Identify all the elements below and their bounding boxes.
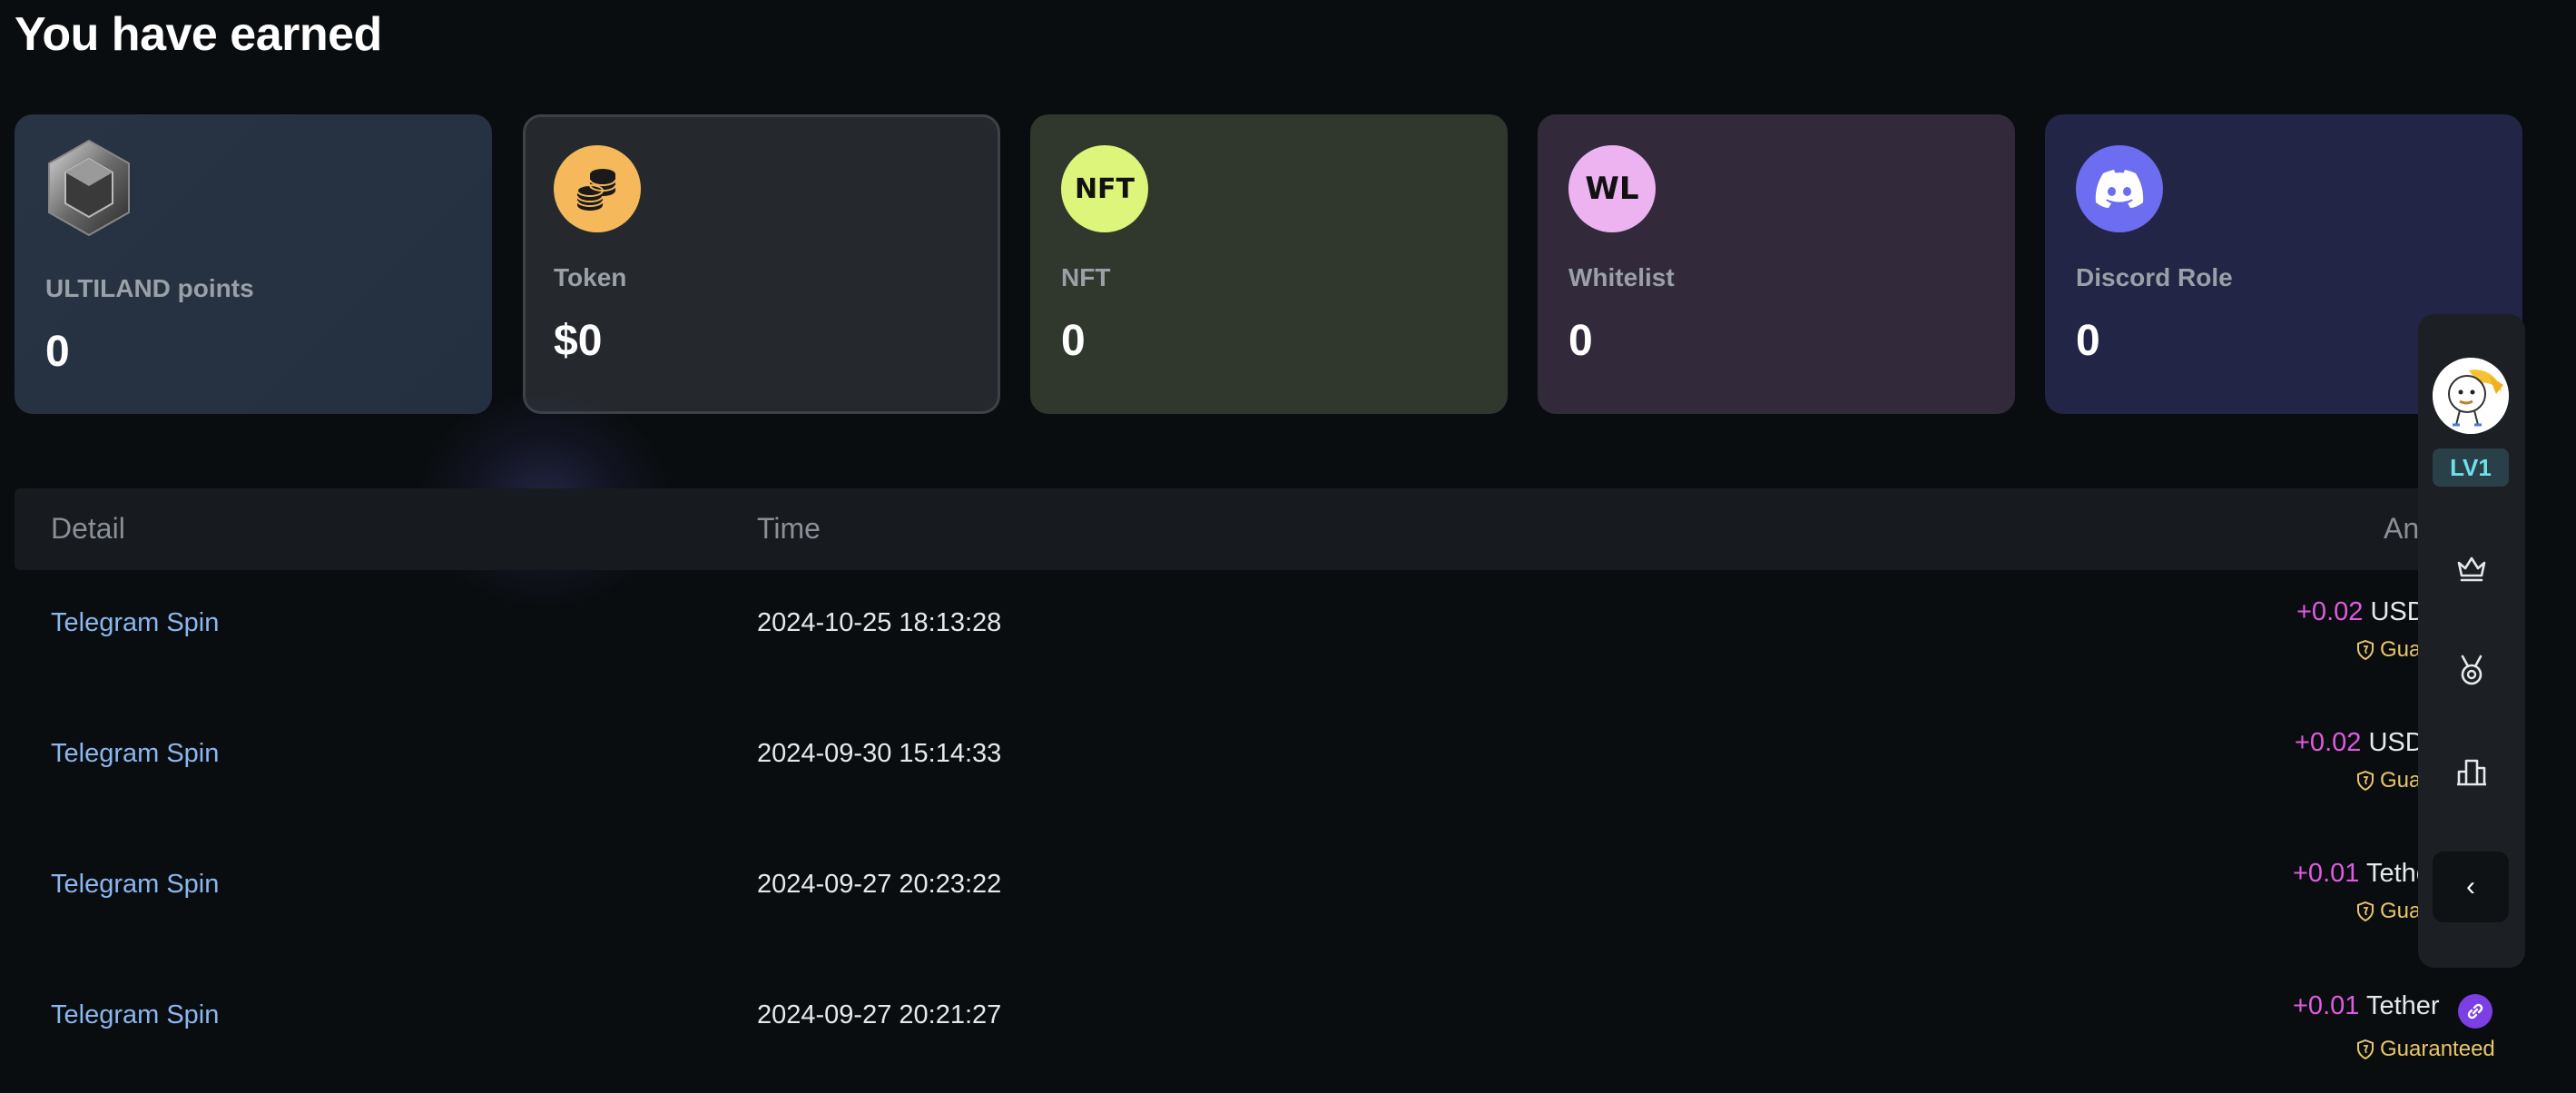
row-amount: +0.02 USD: [2296, 597, 2426, 627]
row-time: 2024-09-30 15:14:33: [757, 739, 1002, 768]
card-value: 0: [1568, 317, 1593, 365]
column-header-detail: Detail: [51, 512, 125, 545]
detail-link[interactable]: Telegram Spin: [51, 870, 219, 900]
crown-icon[interactable]: [2453, 550, 2490, 586]
shield-icon: [2357, 770, 2374, 792]
amount-currency: Tether: [2365, 991, 2440, 1020]
whitelist-icon: WL: [1568, 145, 1656, 232]
row-time: 2024-10-25 18:13:28: [757, 608, 1002, 637]
amount-value: +0.01: [2293, 991, 2360, 1020]
amount-value: +0.01: [2293, 859, 2360, 888]
table-header: Detail Time An: [15, 488, 2520, 570]
card-label: NFT: [1061, 263, 1111, 291]
whitelist-card: WL Whitelist 0: [1538, 114, 2015, 414]
card-value: 0: [2076, 317, 2100, 365]
detail-link[interactable]: Telegram Spin: [51, 739, 219, 769]
row-time: 2024-09-27 20:23:22: [757, 870, 1002, 899]
row-time: 2024-09-27 20:21:27: [757, 1000, 1002, 1029]
table-row: Telegram Spin 2024-10-25 18:13:28 +0.02 …: [15, 570, 2520, 701]
medal-icon[interactable]: [2453, 652, 2490, 688]
table-row: Telegram Spin 2024-09-27 20:23:22 +0.01 …: [15, 832, 2520, 962]
nft-icon: NFT: [1061, 145, 1148, 232]
guaranteed-label: Guaranteed: [2380, 1037, 2495, 1061]
collapse-sidebar-button[interactable]: ‹: [2433, 852, 2509, 922]
shield-icon: [2357, 1039, 2374, 1060]
column-header-amount: An: [2384, 512, 2420, 545]
column-header-time: Time: [757, 512, 821, 545]
avatar[interactable]: [2433, 358, 2509, 434]
whitelist-icon-text: WL: [1585, 171, 1639, 207]
chain-link-icon: [2457, 994, 2492, 1029]
row-amount: +0.02 USD: [2295, 728, 2424, 758]
detail-link[interactable]: Telegram Spin: [51, 608, 219, 638]
ultiland-points-card: ULTILAND points 0: [15, 114, 492, 414]
leaderboard-icon[interactable]: [2453, 753, 2490, 790]
page-title: You have earned: [15, 8, 382, 61]
discord-icon: [2076, 145, 2163, 232]
row-amount: +0.01 Tether: [2293, 991, 2492, 1029]
row-amount: +0.01 Tethe: [2293, 859, 2431, 889]
amount-currency: USD: [2368, 728, 2424, 757]
amount-value: +0.02: [2295, 728, 2362, 757]
card-value: 0: [1061, 317, 1086, 365]
card-value: $0: [554, 317, 603, 365]
level-badge: LV1: [2433, 448, 2509, 487]
card-value: 0: [45, 328, 70, 376]
card-label: ULTILAND points: [45, 274, 254, 302]
coins-icon: [554, 145, 641, 232]
table-row: Telegram Spin 2024-09-27 20:21:27 +0.01 …: [15, 962, 2520, 1093]
shield-icon: [2357, 639, 2374, 661]
table-row: Telegram Spin 2024-09-30 15:14:33 +0.02 …: [15, 701, 2520, 832]
guaranteed-tag: Guaranteed: [2356, 1037, 2495, 1062]
detail-link[interactable]: Telegram Spin: [51, 1000, 219, 1030]
nft-icon-text: NFT: [1074, 172, 1136, 205]
amount-value: +0.02: [2296, 597, 2364, 626]
shield-icon: [2357, 901, 2374, 922]
floating-sidebar: LV1 ‹: [2418, 314, 2525, 968]
card-label: Discord Role: [2076, 263, 2233, 291]
nft-card: NFT NFT 0: [1030, 114, 1508, 414]
gem-icon: [45, 139, 133, 237]
token-card: Token $0: [523, 114, 1000, 414]
card-label: Token: [554, 263, 627, 291]
card-label: Whitelist: [1568, 263, 1675, 291]
